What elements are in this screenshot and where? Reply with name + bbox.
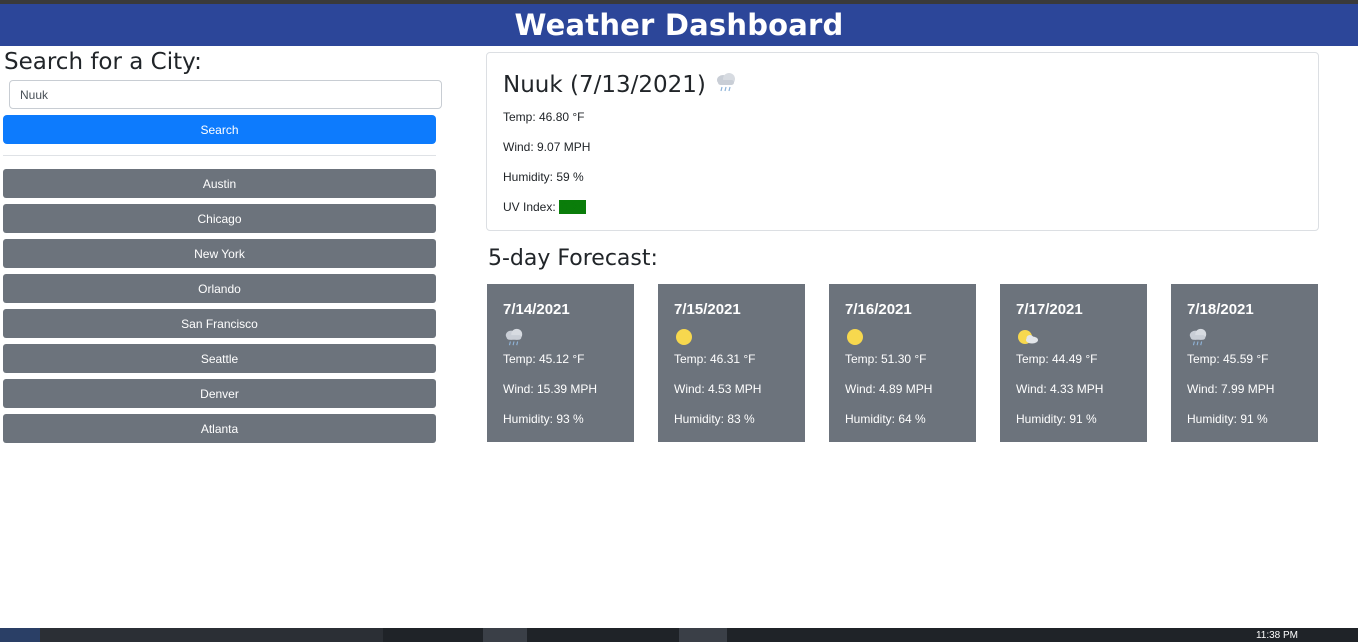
forecast-card: 7/15/2021 Temp: 46.31 °F Wind: 4.53 MPH … xyxy=(658,284,805,442)
history-city-list: Austin Chicago New York Orlando San Fran… xyxy=(3,169,436,449)
forecast-date: 7/17/2021 xyxy=(1016,301,1083,318)
forecast-date: 7/18/2021 xyxy=(1187,301,1254,318)
page-title: Weather Dashboard xyxy=(514,8,844,42)
forecast-humidity: Humidity: 91 % xyxy=(1016,412,1097,426)
current-weather-card: Nuuk (7/13/2021) Temp: 46.80 °F Wind: 9.… xyxy=(486,52,1319,231)
forecast-wind: Wind: 4.33 MPH xyxy=(1016,382,1104,396)
forecast-humidity: Humidity: 93 % xyxy=(503,412,584,426)
city-button-new-york[interactable]: New York xyxy=(3,239,436,268)
uv-index-badge: 0.24 xyxy=(559,200,587,214)
forecast-temp: Temp: 46.31 °F xyxy=(674,352,756,366)
forecast-wind: Wind: 4.89 MPH xyxy=(845,382,933,396)
forecast-humidity: Humidity: 83 % xyxy=(674,412,755,426)
sun-icon xyxy=(845,327,867,347)
search-button[interactable]: Search xyxy=(3,115,436,144)
forecast-card: 7/17/2021 Temp: 44.49 °F Wind: 4.33 MPH … xyxy=(1000,284,1147,442)
search-heading: Search for a City: xyxy=(4,49,202,75)
forecast-date: 7/15/2021 xyxy=(674,301,741,318)
current-city-heading: Nuuk (7/13/2021) xyxy=(503,71,738,99)
start-button[interactable] xyxy=(0,628,40,642)
forecast-date: 7/14/2021 xyxy=(503,301,570,318)
forecast-temp: Temp: 51.30 °F xyxy=(845,352,927,366)
sun-icon xyxy=(674,327,696,347)
city-search-input[interactable] xyxy=(9,80,442,109)
taskbar-app-icon[interactable] xyxy=(483,628,527,642)
taskbar-clock: 11:38 PM xyxy=(1255,630,1298,641)
current-city-title: Nuuk (7/13/2021) xyxy=(503,72,706,98)
forecast-temp: Temp: 45.12 °F xyxy=(503,352,585,366)
rain-cloud-icon xyxy=(714,71,738,99)
city-button-chicago[interactable]: Chicago xyxy=(3,204,436,233)
forecast-wind: Wind: 7.99 MPH xyxy=(1187,382,1275,396)
forecast-temp: Temp: 45.59 °F xyxy=(1187,352,1269,366)
city-button-san-francisco[interactable]: San Francisco xyxy=(3,309,436,338)
current-wind: Wind: 9.07 MPH xyxy=(503,140,591,154)
rain-cloud-icon xyxy=(1187,327,1209,347)
city-button-austin[interactable]: Austin xyxy=(3,169,436,198)
os-taskbar: 11:38 PM xyxy=(0,628,1358,642)
app-header: Weather Dashboard xyxy=(0,4,1358,46)
forecast-card: 7/18/2021 Temp: 45.59 °F Wind: 7.99 MPH … xyxy=(1171,284,1318,442)
divider xyxy=(3,155,436,156)
forecast-card: 7/14/2021 Temp: 45.12 °F Wind: 15.39 MPH… xyxy=(487,284,634,442)
forecast-card: 7/16/2021 Temp: 51.30 °F Wind: 4.89 MPH … xyxy=(829,284,976,442)
forecast-humidity: Humidity: 64 % xyxy=(845,412,926,426)
uv-label: UV Index: xyxy=(503,200,556,214)
taskbar-app-icon[interactable] xyxy=(679,628,727,642)
taskbar-search-box[interactable] xyxy=(40,628,383,642)
current-humidity: Humidity: 59 % xyxy=(503,170,584,184)
city-button-seattle[interactable]: Seattle xyxy=(3,344,436,373)
current-temp: Temp: 46.80 °F xyxy=(503,110,585,124)
rain-cloud-icon xyxy=(503,327,525,347)
city-button-denver[interactable]: Denver xyxy=(3,379,436,408)
city-button-atlanta[interactable]: Atlanta xyxy=(3,414,436,443)
forecast-heading: 5-day Forecast: xyxy=(488,246,658,271)
forecast-wind: Wind: 15.39 MPH xyxy=(503,382,598,396)
forecast-wind: Wind: 4.53 MPH xyxy=(674,382,762,396)
current-uv: UV Index: 0.24 xyxy=(503,200,587,214)
forecast-temp: Temp: 44.49 °F xyxy=(1016,352,1098,366)
partly-cloudy-icon xyxy=(1016,327,1038,347)
forecast-humidity: Humidity: 91 % xyxy=(1187,412,1268,426)
forecast-date: 7/16/2021 xyxy=(845,301,912,318)
city-button-orlando[interactable]: Orlando xyxy=(3,274,436,303)
